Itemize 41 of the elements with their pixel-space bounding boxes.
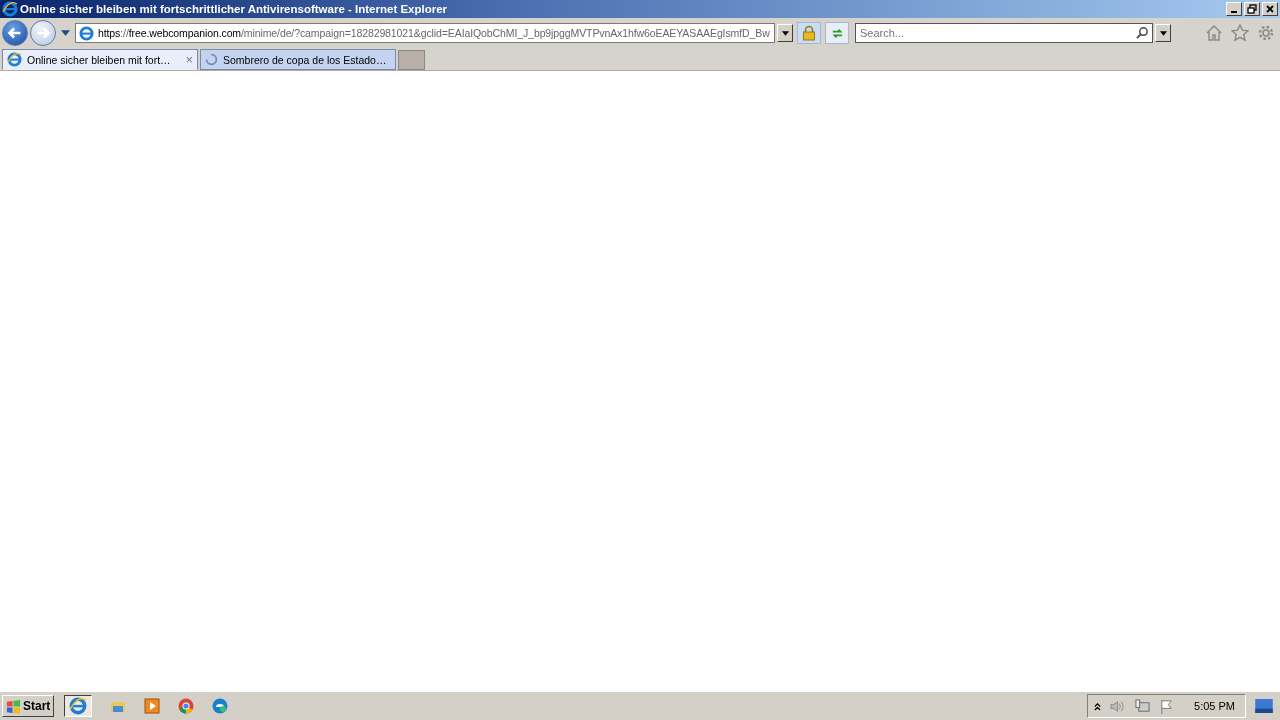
- search-dropdown-button[interactable]: [1155, 24, 1171, 42]
- browser-tab[interactable]: Online sicher bleiben mit fort… ×: [2, 49, 198, 70]
- caret-icon[interactable]: [61, 30, 70, 36]
- page-icon: [7, 52, 22, 67]
- home-icon[interactable]: [1205, 24, 1223, 42]
- speaker-icon[interactable]: [1109, 698, 1127, 714]
- close-button[interactable]: [1262, 2, 1278, 16]
- back-button[interactable]: [2, 20, 28, 46]
- minimize-button[interactable]: [1226, 2, 1242, 16]
- browser-tab[interactable]: Sombrero de copa de los Estado…: [200, 49, 396, 70]
- show-desktop-icon[interactable]: [1254, 699, 1274, 713]
- loading-icon: [205, 53, 218, 66]
- restore-icon: [1247, 4, 1257, 14]
- minimize-icon: [1231, 11, 1237, 13]
- window-title: Online sicher bleiben mit fortschrittlicher Antivirensoftware - Internet Explorer: [20, 3, 449, 15]
- caret-icon: [781, 30, 789, 36]
- search-icon[interactable]: [1136, 26, 1149, 39]
- forward-button[interactable]: [30, 20, 56, 46]
- flag-icon[interactable]: [1159, 698, 1175, 714]
- clock[interactable]: 5:05 PM: [1194, 700, 1235, 712]
- settings-icon[interactable]: [1257, 24, 1275, 42]
- browser-logo-icon: [69, 697, 88, 715]
- refresh-button[interactable]: [825, 22, 849, 44]
- close-icon: [1265, 4, 1275, 14]
- address-field[interactable]: https://free.webcompanion.com/minime/de/?campaign=18282981021&gclid=EAIaIQobChMI_J_bp9jpggMVTPvnAx1hfw6oEAEYASAAEgIsmfD_Bw: [75, 23, 775, 43]
- restore-button[interactable]: [1244, 2, 1260, 16]
- url-text[interactable]: https://free.webcompanion.com/minime/de/?campaign=18282981021&gclid=EAIaIQobChMI_J_bp9jpggMVTPvnAx1hfw6oEAEYASAAEgIsmfD_Bw: [98, 27, 770, 39]
- windows-logo-icon: [6, 698, 21, 714]
- network-icon[interactable]: [1134, 698, 1152, 714]
- taskbar-button[interactable]: [64, 695, 93, 717]
- browser-logo-icon: [2, 1, 18, 17]
- tab-close-button[interactable]: ×: [185, 52, 193, 67]
- star-icon[interactable]: [1231, 24, 1249, 42]
- media-player-icon[interactable]: [144, 698, 161, 714]
- start-button[interactable]: Start: [2, 695, 55, 717]
- chevron-up-icon[interactable]: [1094, 701, 1102, 711]
- lock-icon: [802, 25, 816, 41]
- dropdown-button[interactable]: [777, 24, 793, 42]
- search-field[interactable]: Search...: [855, 23, 1153, 43]
- page-icon: [79, 25, 94, 41]
- caret-icon: [1159, 30, 1167, 36]
